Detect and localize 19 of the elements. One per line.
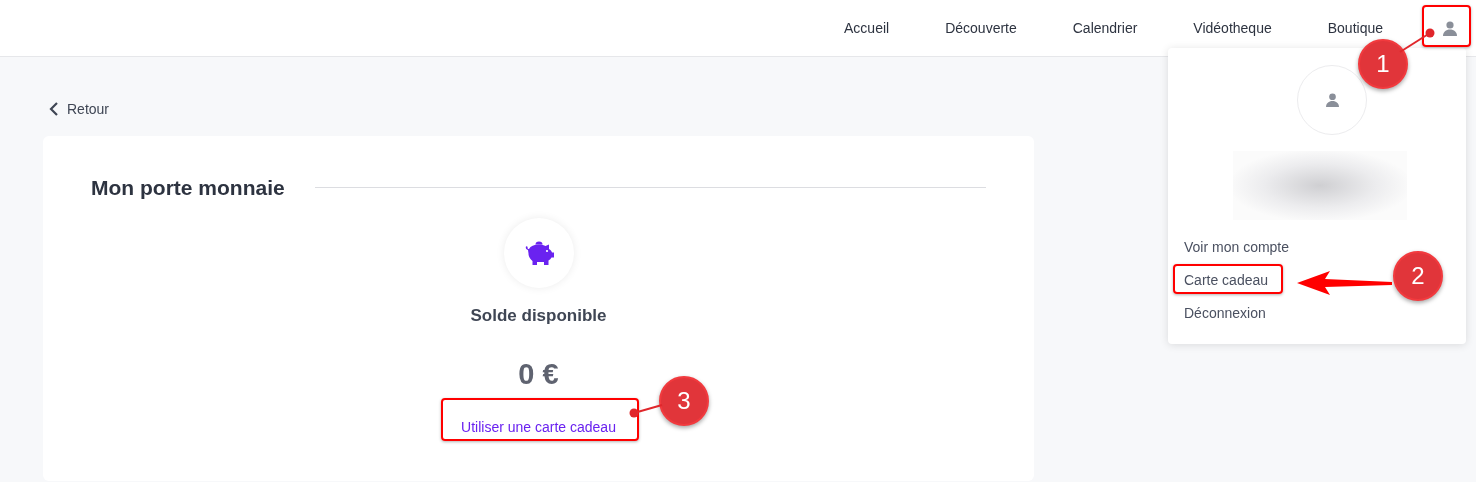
user-icon bbox=[1325, 93, 1339, 107]
menu-item[interactable]: Voir mon compte bbox=[1184, 231, 1290, 264]
nav-link[interactable]: Découverte bbox=[945, 17, 1017, 39]
gift-card-link[interactable]: Utiliser une carte cadeau bbox=[461, 416, 616, 438]
leader-line bbox=[629, 404, 663, 418]
menu-item[interactable]: Déconnexion bbox=[1184, 297, 1266, 330]
nav-link[interactable]: Boutique bbox=[1327, 17, 1383, 39]
menu-item[interactable]: Carte cadeau bbox=[1184, 264, 1269, 297]
user-icon bbox=[1443, 20, 1457, 36]
nav-link[interactable]: Calendrier bbox=[1072, 17, 1138, 39]
back-label: Retour bbox=[67, 99, 110, 119]
balance-amount: 0 € bbox=[518, 357, 559, 392]
chevron-left-icon bbox=[49, 102, 59, 116]
nav-link[interactable]: Vidéotheque bbox=[1193, 17, 1272, 39]
balance-label: Solde disponible bbox=[470, 304, 607, 327]
leader-line bbox=[1399, 28, 1435, 53]
nav-link[interactable]: Accueil bbox=[844, 17, 890, 39]
piggy-bank-icon bbox=[523, 239, 554, 266]
section-title: Mon porte monnaie bbox=[91, 175, 285, 201]
